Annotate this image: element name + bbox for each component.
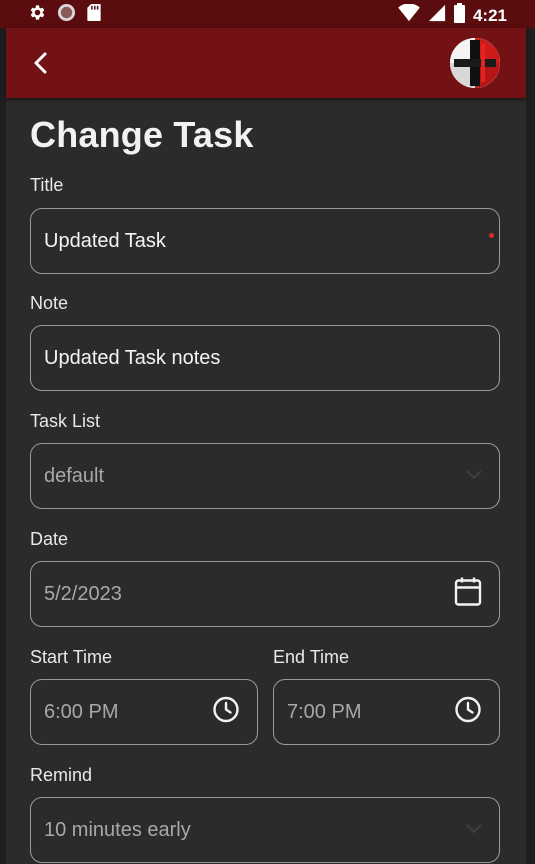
end-time-label: End Time	[273, 647, 350, 667]
title-label: Title	[30, 175, 64, 195]
avatar[interactable]	[450, 38, 500, 88]
sd-card-icon	[86, 3, 102, 27]
note-label: Note	[30, 293, 69, 313]
task-list-select[interactable]: default	[30, 443, 500, 509]
frame-right	[526, 0, 535, 864]
back-button[interactable]	[28, 50, 54, 76]
required-indicator	[489, 233, 494, 238]
start-time-field[interactable]: 6:00 PM	[30, 679, 258, 745]
chevron-down-icon	[465, 467, 483, 485]
circle-icon	[57, 3, 76, 27]
title-input[interactable]: Updated Task	[30, 208, 500, 274]
clock-icon[interactable]	[212, 696, 240, 729]
clock-icon[interactable]	[454, 696, 482, 729]
remind-value: 10 minutes early	[44, 818, 191, 841]
end-time-value: 7:00 PM	[287, 700, 362, 723]
title-value: Updated Task	[44, 229, 166, 252]
chevron-left-icon	[28, 52, 54, 80]
status-bar: 4:21	[0, 0, 535, 28]
calendar-icon[interactable]	[454, 577, 482, 612]
note-input[interactable]: Updated Task notes	[30, 325, 500, 391]
status-time: 4:21	[472, 5, 507, 25]
chevron-down-icon	[465, 821, 483, 839]
signal-icon	[428, 4, 446, 27]
remind-label: Remind	[30, 765, 93, 785]
end-time-field[interactable]: 7:00 PM	[273, 679, 500, 745]
note-value: Updated Task notes	[44, 346, 221, 369]
battery-icon	[453, 3, 465, 28]
remind-select[interactable]: 10 minutes early	[30, 797, 500, 863]
wifi-icon	[398, 3, 420, 27]
gear-icon	[28, 3, 47, 27]
app-logo-icon	[450, 38, 500, 88]
date-field[interactable]: 5/2/2023	[30, 561, 500, 627]
task-list-label: Task List	[30, 411, 101, 431]
date-label: Date	[30, 529, 69, 549]
date-value: 5/2/2023	[44, 582, 122, 605]
start-time-label: Start Time	[30, 647, 113, 667]
page-title: Change Task	[30, 114, 254, 155]
frame-left	[0, 0, 6, 864]
task-list-value: default	[44, 464, 105, 487]
app-bar	[6, 28, 526, 98]
start-time-value: 6:00 PM	[44, 700, 119, 723]
